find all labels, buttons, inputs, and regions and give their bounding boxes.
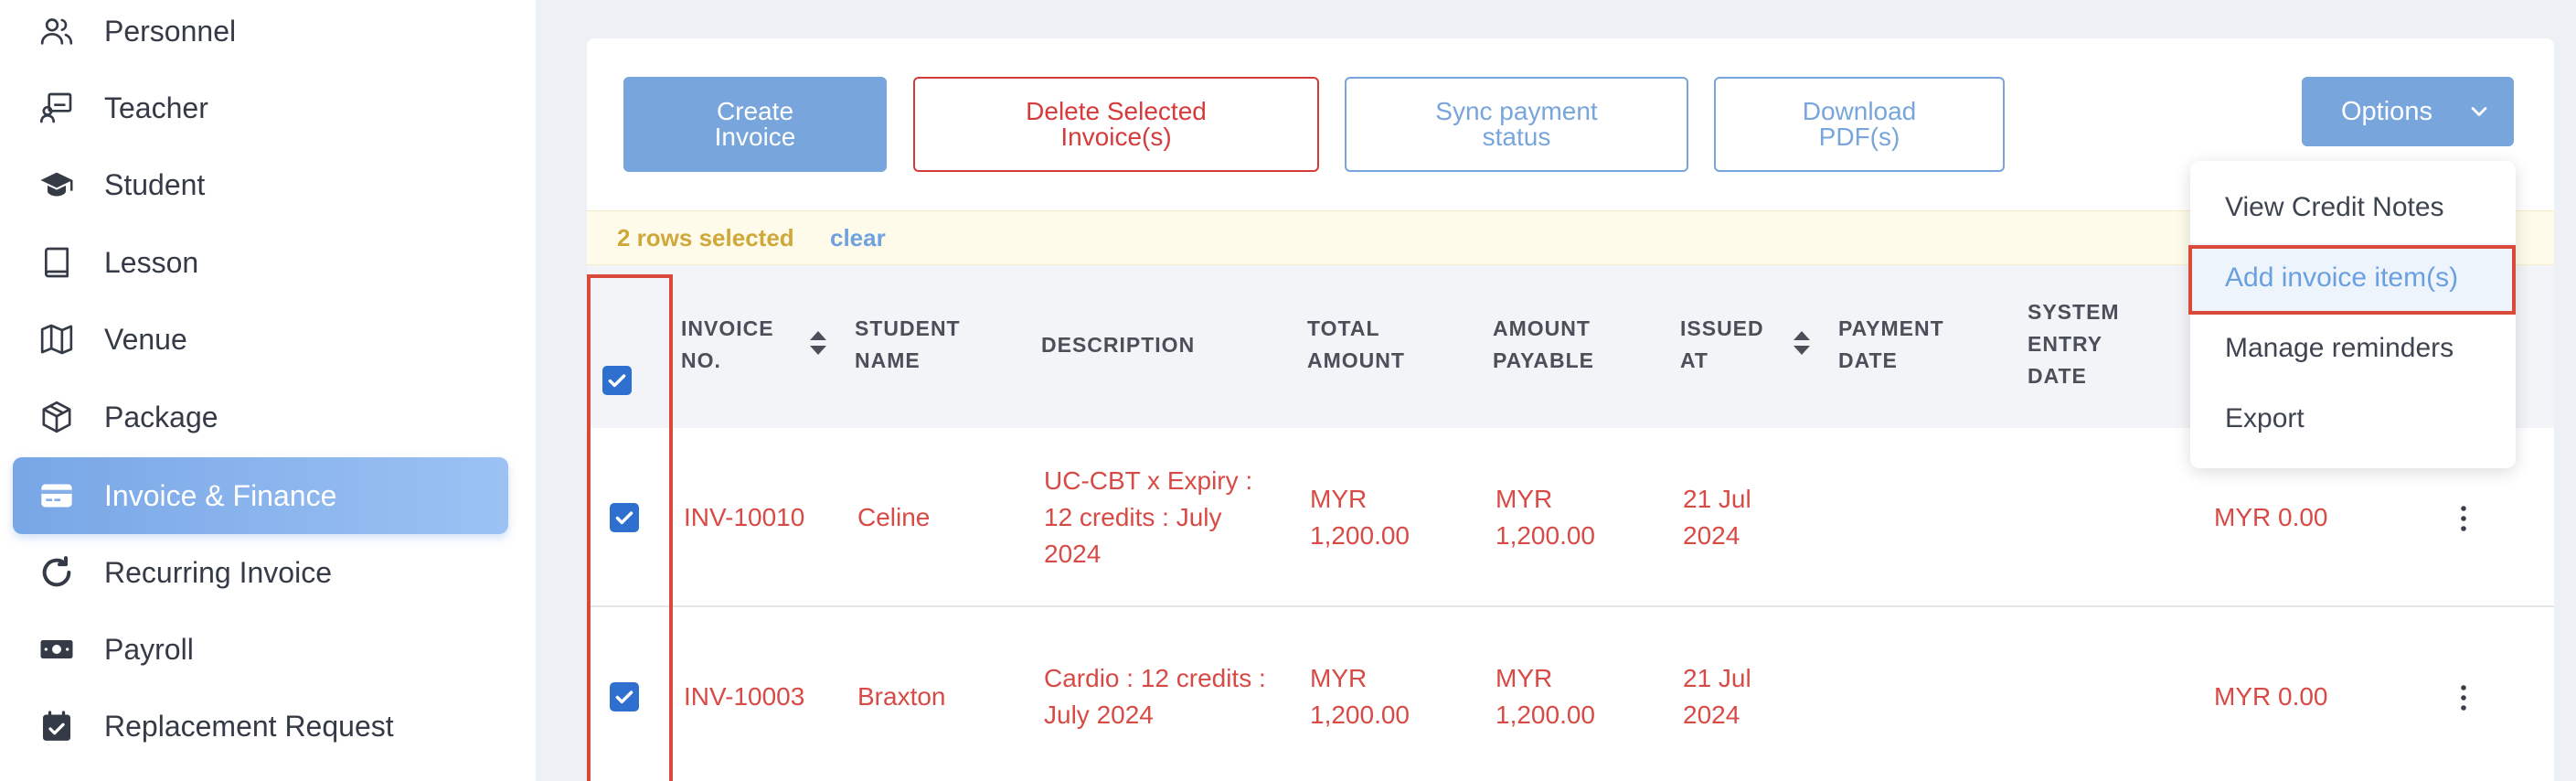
sidebar-item-label: Lesson: [104, 245, 199, 279]
issued-at: 21 Jul 2024: [1683, 664, 1751, 729]
header-issued-at[interactable]: ISSUED AT: [1680, 313, 1790, 377]
sidebar-item-lesson[interactable]: Lesson: [13, 224, 508, 301]
row-checkbox[interactable]: [610, 503, 639, 532]
sort-icon[interactable]: [808, 329, 828, 357]
more-actions-icon[interactable]: [2457, 503, 2470, 534]
selected-count: 2 rows selected: [617, 223, 794, 251]
sidebar-item-payroll[interactable]: Payroll: [13, 611, 508, 688]
sidebar-item-label: Package: [104, 400, 218, 433]
header-total-amount: TOTAL AMOUNT: [1307, 316, 1405, 372]
sidebar-item-invoice-finance[interactable]: Invoice & Finance: [13, 457, 508, 534]
sidebar-item-label: Venue: [104, 322, 187, 356]
sidebar-item-personnel[interactable]: Personnel: [13, 0, 508, 70]
sidebar: Personnel Teacher Student Lesson Venue P…: [0, 0, 536, 781]
invoice-number[interactable]: INV-10003: [684, 679, 804, 715]
teacher-icon: [38, 90, 75, 126]
map-icon: [38, 321, 75, 358]
header-description: DESCRIPTION: [1041, 333, 1196, 357]
calendar-check-icon: [38, 708, 75, 744]
create-invoice-button[interactable]: Create Invoice: [623, 77, 887, 172]
button-label: Create Invoice: [714, 97, 796, 151]
header-student-name: STUDENT NAME: [855, 316, 961, 372]
table-row[interactable]: INV-10003 Braxton Cardio : 12 credits : …: [587, 609, 2554, 781]
sort-icon[interactable]: [1792, 329, 1812, 357]
app-root: Personnel Teacher Student Lesson Venue P…: [0, 0, 2576, 781]
sidebar-item-label: Teacher: [104, 91, 208, 124]
sync-payment-status-button[interactable]: Sync payment status: [1345, 77, 1688, 172]
student-name[interactable]: Celine: [857, 499, 930, 536]
sidebar-item-recurring-invoice[interactable]: Recurring Invoice: [13, 534, 508, 611]
total-amount: MYR 1,200.00: [1310, 664, 1410, 729]
amount-payable: MYR 1,200.00: [1496, 664, 1595, 729]
total-amount: MYR 1,200.00: [1310, 485, 1410, 550]
sidebar-item-teacher[interactable]: Teacher: [13, 70, 508, 146]
row-checkbox[interactable]: [610, 682, 639, 711]
clear-selection-link[interactable]: clear: [830, 224, 886, 252]
balance-amount: MYR 0.00: [2214, 503, 2328, 531]
sidebar-item-student[interactable]: Student: [13, 146, 508, 223]
package-icon: [38, 399, 75, 435]
header-amount-payable: AMOUNT PAYABLE: [1493, 316, 1594, 372]
student-name[interactable]: Braxton: [857, 679, 946, 715]
refresh-icon: [38, 554, 75, 591]
options-dropdown-button[interactable]: Options: [2302, 77, 2514, 146]
menu-item-view-credit-notes[interactable]: View Credit Notes: [2190, 173, 2516, 242]
sidebar-item-label: Replacement Request: [104, 709, 394, 743]
balance-amount: MYR 0.00: [2214, 682, 2328, 711]
chevron-down-icon: [2471, 107, 2487, 116]
invoice-description: UC-CBT x Expiry : 12 credits : July 2024: [1044, 466, 1253, 568]
sidebar-item-label: Recurring Invoice: [104, 555, 332, 589]
options-dropdown-menu: View Credit Notes Add invoice item(s) Ma…: [2188, 161, 2516, 468]
select-all-checkbox[interactable]: [602, 366, 632, 395]
download-pdfs-button[interactable]: Download PDF(s): [1714, 77, 2005, 172]
sidebar-item-replacement-request[interactable]: Replacement Request: [13, 688, 508, 765]
invoice-description: Cardio : 12 credits : July 2024: [1044, 664, 1266, 729]
graduation-cap-icon: [38, 166, 75, 203]
issued-at: 21 Jul 2024: [1683, 485, 1751, 550]
button-label: Download PDF(s): [1802, 97, 1917, 151]
button-label: Options: [2341, 97, 2432, 126]
users-icon: [38, 13, 75, 49]
button-label: Delete Selected Invoice(s): [1026, 97, 1207, 151]
sidebar-item-label: Student: [104, 167, 206, 201]
header-invoice-no[interactable]: INVOICE NO.: [681, 313, 809, 377]
sidebar-item-label: Personnel: [104, 14, 237, 48]
sidebar-item-venue[interactable]: Venue: [13, 301, 508, 378]
credit-card-icon: [38, 477, 75, 514]
money-icon: [38, 631, 75, 668]
menu-item-add-invoice-items[interactable]: Add invoice item(s): [2190, 243, 2516, 313]
book-icon: [38, 244, 75, 281]
more-actions-icon[interactable]: [2457, 682, 2470, 713]
invoice-number[interactable]: INV-10010: [684, 499, 804, 536]
header-system-entry-date: SYSTEM ENTRY DATE: [2028, 300, 2120, 388]
sidebar-item-label: Payroll: [104, 632, 194, 666]
header-payment-date: PAYMENT DATE: [1838, 316, 1944, 372]
delete-selected-invoices-button[interactable]: Delete Selected Invoice(s): [913, 77, 1319, 172]
menu-item-export[interactable]: Export: [2190, 384, 2516, 454]
sidebar-item-label: Invoice & Finance: [104, 478, 337, 512]
sidebar-item-package[interactable]: Package: [13, 379, 508, 455]
menu-item-manage-reminders[interactable]: Manage reminders: [2190, 314, 2516, 383]
amount-payable: MYR 1,200.00: [1496, 485, 1595, 550]
button-label: Sync payment status: [1435, 97, 1598, 151]
